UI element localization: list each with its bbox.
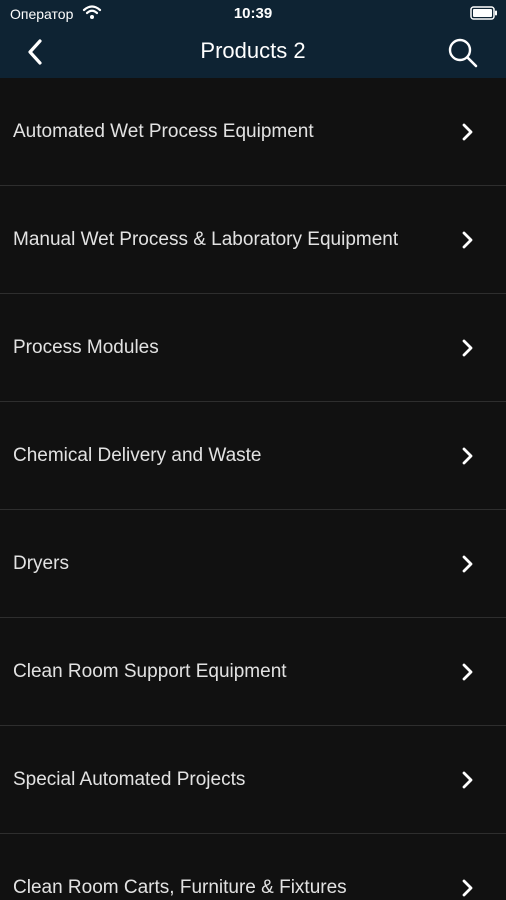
navigation-bar: Products 2: [0, 26, 506, 78]
list-item-label: Manual Wet Process & Laboratory Equipmen…: [13, 229, 399, 250]
search-button[interactable]: [446, 36, 480, 70]
list-item-label: Dryers: [13, 553, 69, 574]
chevron-right-icon: [462, 663, 473, 681]
top-bar: Оператор 10:39 Products 2: [0, 0, 506, 78]
list-item[interactable]: Dryers: [0, 510, 506, 618]
list-item-label: Special Automated Projects: [13, 769, 246, 790]
chevron-right-icon: [462, 339, 473, 357]
list-item[interactable]: Clean Room Carts, Furniture & Fixtures: [0, 834, 506, 900]
page-title: Products 2: [200, 38, 306, 63]
product-list: Automated Wet Process Equipment Manual W…: [0, 78, 506, 900]
search-icon: [448, 38, 478, 68]
list-item-label: Automated Wet Process Equipment: [13, 121, 314, 142]
list-item[interactable]: Special Automated Projects: [0, 726, 506, 834]
list-item[interactable]: Automated Wet Process Equipment: [0, 78, 506, 186]
chevron-right-icon: [462, 231, 473, 249]
battery-icon: [470, 6, 497, 20]
status-time: 10:39: [233, 5, 273, 22]
chevron-right-icon: [462, 879, 473, 897]
list-item-label: Chemical Delivery and Waste: [13, 445, 262, 466]
list-item[interactable]: Clean Room Support Equipment: [0, 618, 506, 726]
list-item-label: Process Modules: [13, 337, 159, 358]
chevron-right-icon: [462, 123, 473, 141]
list-item[interactable]: Chemical Delivery and Waste: [0, 402, 506, 510]
list-item-label: Clean Room Support Equipment: [13, 661, 287, 682]
status-bar: Оператор 10:39: [0, 0, 506, 26]
chevron-right-icon: [462, 555, 473, 573]
list-item[interactable]: Process Modules: [0, 294, 506, 402]
chevron-right-icon: [462, 771, 473, 789]
chevron-right-icon: [462, 447, 473, 465]
list-item-label: Clean Room Carts, Furniture & Fixtures: [13, 877, 347, 898]
app-screen: Оператор 10:39 Products 2 Automated Wet …: [0, 0, 506, 900]
list-item[interactable]: Manual Wet Process & Laboratory Equipmen…: [0, 186, 506, 294]
